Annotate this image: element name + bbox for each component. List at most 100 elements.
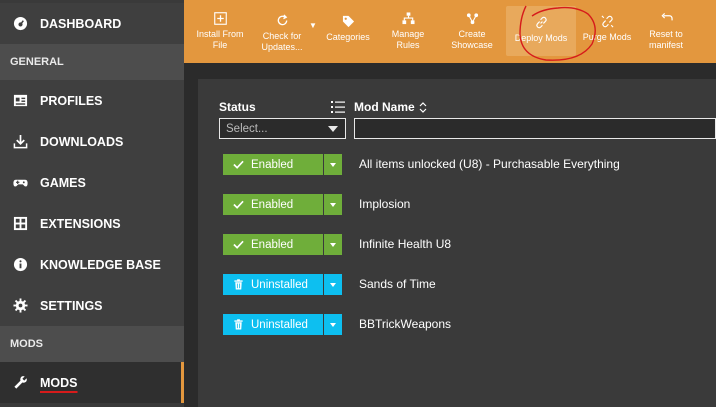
status-label: Enabled (251, 158, 294, 171)
extensions-icon (0, 216, 40, 231)
sidebar-item-label: PROFILES (40, 93, 103, 108)
rules-icon (401, 11, 415, 25)
download-icon (0, 134, 40, 149)
purge-mods-button[interactable]: Purge Mods (576, 0, 638, 63)
status-label: Enabled (251, 198, 294, 211)
status-dropdown-button[interactable] (324, 194, 342, 215)
content-gutter (184, 63, 198, 407)
toolbar: Install From File Check for Updates... ▼… (184, 0, 716, 63)
sidebar: DASHBOARD GENERAL PROFILES DOWNLOADS GAM… (0, 0, 184, 407)
sidebar-item-profiles[interactable]: PROFILES (0, 80, 184, 121)
toolbar-label-line1: Reset to (649, 29, 683, 39)
create-showcase-button[interactable]: Create Showcase (438, 0, 506, 63)
status-filter-select[interactable]: Select... (219, 118, 346, 139)
deploy-mods-button[interactable]: Deploy Mods (506, 6, 576, 56)
reset-to-manifest-button[interactable]: Reset to manifest (638, 0, 694, 63)
status-column-header[interactable]: Status (219, 100, 256, 114)
categories-button[interactable]: Categories (318, 0, 378, 63)
list-icon[interactable] (331, 101, 345, 113)
toolbar-label-line2: Showcase (451, 40, 493, 50)
install-icon (213, 11, 227, 25)
sidebar-item-knowledge-base[interactable]: KNOWLEDGE BASE (0, 244, 184, 285)
table-row: Uninstalled (223, 274, 342, 295)
sidebar-item-games[interactable]: GAMES (0, 162, 184, 203)
toolbar-label-line1: Deploy Mods (514, 33, 568, 43)
check-for-updates-button[interactable]: Check for Updates... (256, 0, 308, 63)
chevron-down-icon (330, 282, 336, 287)
status-label: Enabled (251, 238, 294, 251)
manage-rules-button[interactable]: Manage Rules (378, 0, 438, 63)
table-row: Uninstalled (223, 314, 342, 335)
sidebar-item-mods[interactable]: MODS (0, 362, 184, 403)
status-dropdown-button[interactable] (324, 154, 342, 175)
chevron-down-icon (328, 126, 338, 132)
tag-icon (342, 14, 355, 28)
status-toggle-button[interactable]: Uninstalled (223, 314, 323, 335)
trash-icon (234, 279, 243, 290)
table-row: Enabled (223, 234, 342, 255)
status-dropdown-button[interactable] (324, 274, 342, 295)
sort-icon (419, 101, 427, 113)
sidebar-item-settings[interactable]: SETTINGS (0, 285, 184, 326)
toolbar-label-line2: File (212, 40, 228, 50)
mods-panel: Status Mod Name Select... Enabled All it… (198, 79, 716, 407)
check-icon (233, 240, 244, 249)
status-dropdown-button[interactable] (324, 314, 342, 335)
mod-name: Infinite Health U8 (359, 237, 452, 251)
gamepad-icon (0, 175, 40, 190)
unlink-icon (601, 14, 614, 28)
mod-name-header-label: Mod Name (354, 100, 415, 114)
sidebar-item-label: EXTENSIONS (40, 216, 121, 231)
sidebar-item-label: MODS (40, 375, 78, 390)
toolbar-label-line1: Categories (326, 32, 370, 42)
chevron-down-icon (330, 322, 336, 327)
status-filter-placeholder: Select... (226, 122, 268, 135)
gear-icon (0, 298, 40, 313)
updates-dropdown-arrow[interactable]: ▼ (308, 0, 318, 63)
trash-icon (234, 319, 243, 330)
status-label: Uninstalled (251, 278, 308, 291)
status-toggle-button[interactable]: Enabled (223, 194, 323, 215)
check-icon (233, 160, 244, 169)
toolbar-label-line1: Check for (262, 31, 302, 41)
status-dropdown-button[interactable] (324, 234, 342, 255)
sidebar-item-label: SETTINGS (40, 298, 103, 313)
toolbar-label-line1: Purge Mods (582, 32, 632, 42)
sidebar-item-label: DASHBOARD (40, 16, 122, 31)
showcase-icon (466, 11, 479, 25)
status-toggle-button[interactable]: Enabled (223, 234, 323, 255)
sidebar-item-dashboard[interactable]: DASHBOARD (0, 3, 184, 44)
wrench-icon (0, 375, 40, 390)
sidebar-item-label: GAMES (40, 175, 86, 190)
chevron-down-icon (330, 202, 336, 207)
check-icon (233, 200, 244, 209)
sidebar-item-extensions[interactable]: EXTENSIONS (0, 203, 184, 244)
table-row: Enabled (223, 154, 342, 175)
toolbar-label-line1: Install From (196, 29, 244, 39)
mod-name-column-header[interactable]: Mod Name (354, 100, 427, 114)
info-icon (0, 257, 40, 272)
chevron-down-icon (330, 242, 336, 247)
sidebar-item-label: DOWNLOADS (40, 134, 124, 149)
status-toggle-button[interactable]: Enabled (223, 154, 323, 175)
toolbar-label-line1: Manage (391, 29, 425, 39)
refresh-icon (276, 13, 289, 27)
chevron-down-icon (330, 162, 336, 167)
install-from-file-button[interactable]: Install From File (184, 0, 256, 63)
section-general: GENERAL (0, 44, 184, 80)
toolbar-label-line2: Updates... (261, 42, 303, 52)
toolbar-label-line1: Create (458, 29, 486, 39)
status-label: Uninstalled (251, 318, 308, 331)
undo-icon (660, 11, 673, 25)
table-row: Enabled (223, 194, 342, 215)
profiles-icon (0, 93, 40, 108)
dashboard-icon (0, 16, 40, 31)
mod-name-filter-input[interactable] (354, 118, 716, 139)
mod-name: All items unlocked (U8) - Purchasable Ev… (359, 157, 620, 171)
mod-name: Sands of Time (359, 277, 436, 291)
section-mods: MODS (0, 326, 184, 362)
status-toggle-button[interactable]: Uninstalled (223, 274, 323, 295)
sidebar-item-label: KNOWLEDGE BASE (40, 257, 161, 272)
link-icon (535, 15, 548, 29)
sidebar-item-downloads[interactable]: DOWNLOADS (0, 121, 184, 162)
